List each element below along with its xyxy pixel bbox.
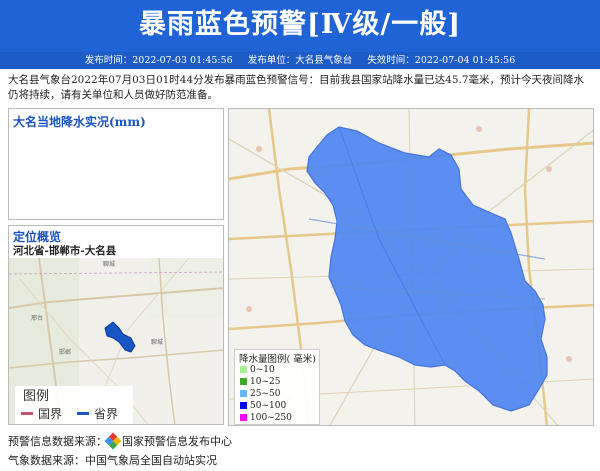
rainfall-legend-label: 0~10 (250, 364, 275, 375)
warning-center-logo-icon (104, 432, 122, 450)
rainfall-swatch-icon (240, 390, 247, 397)
warning-title: 暴雨蓝色预警[Ⅳ级/一般] (138, 9, 462, 40)
rainfall-panel-title: 大名当地降水实况(mm) (13, 115, 146, 129)
rainfall-legend-row: 100~250 (240, 412, 292, 423)
rainfall-swatch-icon (240, 366, 247, 373)
legend-province-border: 省界 (77, 405, 118, 422)
rainfall-swatch-icon (240, 378, 247, 385)
rainfall-legend-row: 25~50 (240, 388, 280, 399)
rainfall-swatch-icon (240, 402, 247, 409)
rainfall-legend: 降水量图例( 毫米) 0~10 10~25 25~50 50~100 100~2… (234, 349, 320, 425)
province-border-label: 省界 (94, 407, 119, 421)
rainfall-legend-label: 10~25 (250, 376, 281, 387)
location-overview-panel: 定位概览 河北省-邯郸市-大名县 聊城 邢台 邯郸 聊城 图例 国界 省界 (8, 225, 224, 425)
legend-national-border: 国界 (21, 405, 62, 422)
warning-description: 大名县气象台2022年07月03日01时44分发布暴雨蓝色预警信号：目前我县国家… (8, 74, 585, 101)
rainfall-swatch-icon (240, 414, 247, 421)
publisher: 发布单位：大名县气象台 (247, 55, 353, 66)
warning-info-bar: 发布时间：2022-07-03 01:45:56 发布单位：大名县气象台 失效时… (0, 52, 600, 69)
rainfall-legend-label: 50~100 (250, 400, 287, 411)
svg-text:聊城: 聊城 (103, 260, 115, 268)
province-border-line-icon (77, 412, 89, 415)
expire-time: 失效时间：2022-07-04 01:45:56 (367, 55, 516, 66)
rainfall-legend-title: 降水量图例( 毫米) (239, 354, 316, 365)
svg-text:聊城: 聊城 (151, 338, 163, 346)
national-border-line-icon (21, 412, 33, 415)
warning-header: 暴雨蓝色预警[Ⅳ级/一般] (0, 0, 600, 52)
publish-time: 发布时间：2022-07-03 01:45:56 (84, 55, 233, 66)
location-legend: 图例 国界 省界 (15, 386, 133, 424)
rainfall-legend-row: 0~10 (240, 364, 275, 375)
location-legend-title: 图例 (23, 389, 50, 404)
rainfall-legend-row: 10~25 (240, 376, 280, 387)
main-warning-map[interactable]: 降水量图例( 毫米) 0~10 10~25 25~50 50~100 100~2… (228, 108, 594, 426)
national-border-label: 国界 (38, 407, 63, 421)
rainfall-legend-label: 100~250 (250, 412, 292, 423)
footer-weather-source: 气象数据来源：中国气象局全国自动站实况 (8, 452, 217, 468)
rainfall-legend-label: 25~50 (250, 388, 281, 399)
rainfall-panel: 大名当地降水实况(mm) (8, 108, 224, 220)
rainfall-legend-row: 50~100 (240, 400, 286, 411)
warning-source-label: 预警信息数据来源： (8, 435, 107, 448)
svg-text:邢台: 邢台 (31, 314, 43, 322)
weather-source-label: 气象数据来源：中国气象局全国自动站实况 (8, 454, 217, 467)
location-path: 河北省-邯郸市-大名县 (13, 245, 117, 257)
footer-warning-source: 预警信息数据来源： 国家预警信息发布中心 (8, 432, 232, 450)
warning-source-org: 国家预警信息发布中心 (122, 435, 232, 448)
svg-text:邯郸: 邯郸 (59, 348, 71, 356)
